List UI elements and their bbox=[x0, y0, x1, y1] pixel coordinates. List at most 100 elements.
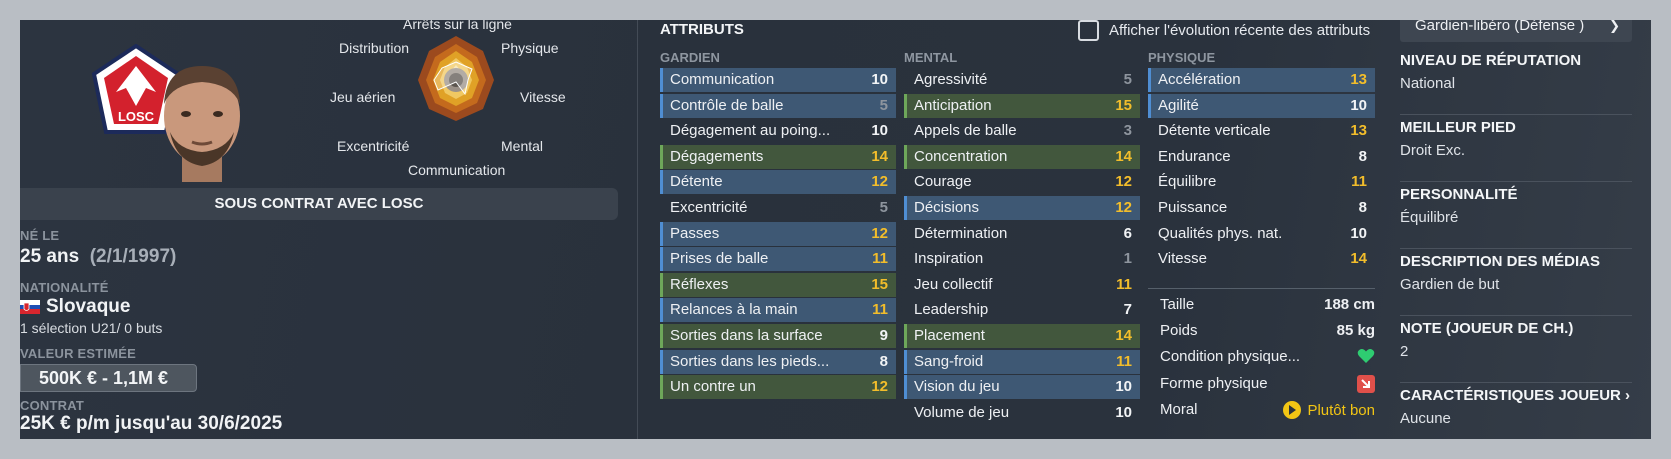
caps-info: 1 sélection U21/ 0 buts bbox=[20, 320, 163, 336]
morale-status: Plutôt bon bbox=[1283, 401, 1375, 419]
attribute-name: Décisions bbox=[914, 198, 980, 216]
attribute-row[interactable]: Agilité 10 bbox=[1148, 93, 1375, 118]
show-evolution-toggle[interactable]: Afficher l'évolution récente des attribu… bbox=[1078, 20, 1370, 41]
morale-value: Plutôt bon bbox=[1307, 401, 1375, 419]
weight-label: Poids bbox=[1160, 322, 1198, 339]
attribute-row[interactable]: Excentricité 5 bbox=[660, 196, 896, 220]
attribute-row[interactable]: Courage 12 bbox=[904, 170, 1140, 194]
attribute-row[interactable]: Dégagements 14 bbox=[660, 144, 896, 169]
attribute-name: Prises de balle bbox=[670, 250, 769, 268]
traits-link[interactable]: CARACTÉRISTIQUES JOUEUR › bbox=[1400, 387, 1632, 404]
attribute-row[interactable]: Détente 12 bbox=[660, 170, 896, 195]
player-overview: LOSC Arrêts sur la ligne Distribution Ph… bbox=[20, 20, 640, 439]
attribute-row[interactable]: Puissance 8 bbox=[1148, 196, 1375, 220]
attribute-value: 12 bbox=[1115, 173, 1132, 191]
section-divider bbox=[637, 20, 638, 439]
reputation-value: National bbox=[1400, 75, 1456, 92]
attribute-name: Placement bbox=[914, 326, 985, 344]
rating-block: NOTE (JOUEUR DE CH.) 2 bbox=[1400, 320, 1632, 383]
contract-label: CONTRAT bbox=[20, 398, 84, 413]
attribute-row[interactable]: Leadership 7 bbox=[904, 298, 1140, 322]
attribute-row[interactable]: Réflexes 15 bbox=[660, 272, 896, 297]
attribute-row[interactable]: Passes 12 bbox=[660, 221, 896, 246]
player-avatar[interactable] bbox=[146, 54, 258, 182]
weight-value: 85 kg bbox=[1336, 322, 1375, 339]
morale-row[interactable]: Moral Plutôt bon bbox=[1160, 401, 1375, 419]
radar-label-top-right: Physique bbox=[501, 40, 559, 56]
attribute-name: Courage bbox=[914, 173, 972, 191]
role-value: Gardien-libéro (Défense ) bbox=[1415, 20, 1585, 34]
nationality-label: NATIONALITÉ bbox=[20, 280, 109, 295]
attribute-row[interactable]: Dégagement au poing... 10 bbox=[660, 119, 896, 143]
attribute-value: 13 bbox=[1350, 71, 1367, 88]
attribute-value: 8 bbox=[1358, 147, 1367, 165]
attribute-row[interactable]: Équilibre 11 bbox=[1148, 170, 1375, 194]
role-dropdown[interactable]: Gardien-libéro (Défense ) ❯ bbox=[1400, 20, 1632, 42]
attribute-name: Contrôle de balle bbox=[670, 96, 784, 114]
form-down-arrow-icon bbox=[1357, 375, 1375, 393]
reputation-label: NIVEAU DE RÉPUTATION bbox=[1400, 52, 1582, 69]
player-profile-panel: LOSC Arrêts sur la ligne Distribution Ph… bbox=[20, 20, 1651, 439]
attribute-row[interactable]: Jeu collectif 11 bbox=[904, 273, 1140, 297]
attribute-row[interactable]: Accélération 13 bbox=[1148, 68, 1375, 92]
attribute-row[interactable]: Concentration 14 bbox=[904, 144, 1140, 169]
attribute-row[interactable]: Anticipation 15 bbox=[904, 93, 1140, 118]
attribute-row[interactable]: Vitesse 14 bbox=[1148, 247, 1375, 271]
chevron-down-icon: ❯ bbox=[1609, 20, 1620, 33]
attribute-value: 10 bbox=[871, 71, 888, 88]
personality-label: PERSONNALITÉ bbox=[1400, 186, 1518, 203]
attribute-name: Excentricité bbox=[670, 198, 748, 216]
attribute-name: Vision du jeu bbox=[914, 378, 1000, 396]
attribute-row[interactable]: Volume de jeu 10 bbox=[904, 401, 1140, 425]
attribute-row[interactable]: Contrôle de balle 5 bbox=[660, 93, 896, 118]
attribute-name: Dégagement au poing... bbox=[670, 122, 831, 140]
attribute-row[interactable]: Détermination 6 bbox=[904, 222, 1140, 246]
height-row: Taille 188 cm bbox=[1160, 296, 1375, 313]
attribute-value: 11 bbox=[872, 301, 888, 319]
attribute-name: Agressivité bbox=[914, 71, 988, 88]
age-value: 25 ans (2/1/1997) bbox=[20, 246, 176, 268]
attribute-name: Communication bbox=[670, 71, 775, 88]
attribute-value: 14 bbox=[1115, 147, 1132, 165]
attribute-row[interactable]: Sorties dans la surface 9 bbox=[660, 323, 896, 348]
attribute-name: Dégagements bbox=[670, 147, 764, 165]
attribute-name: Réflexes bbox=[670, 275, 729, 293]
attribute-name: Relances à la main bbox=[670, 301, 798, 319]
attribute-row[interactable]: Un contre un 12 bbox=[660, 375, 896, 400]
traits-block[interactable]: CARACTÉRISTIQUES JOUEUR › Aucune bbox=[1400, 387, 1632, 439]
attribute-row[interactable]: Endurance 8 bbox=[1148, 145, 1375, 169]
attribute-row[interactable]: Sang-froid 11 bbox=[904, 349, 1140, 374]
attribute-row[interactable]: Vision du jeu 10 bbox=[904, 375, 1140, 400]
evolution-checkbox[interactable] bbox=[1078, 20, 1099, 41]
estimated-value-pill[interactable]: 500K € - 1,1M € bbox=[20, 364, 197, 392]
attribute-value: 10 bbox=[1115, 403, 1132, 421]
attribute-name: Vitesse bbox=[1158, 250, 1207, 268]
form-row[interactable]: Forme physique bbox=[1160, 375, 1375, 393]
mental-attributes: Agressivité 5 Anticipation 15 Appels de ba… bbox=[904, 68, 1140, 426]
attribute-name: Anticipation bbox=[914, 96, 992, 114]
attribute-row[interactable]: Communication 10 bbox=[660, 68, 896, 92]
heart-icon bbox=[1357, 349, 1375, 363]
attribute-row[interactable]: Détente verticale 13 bbox=[1148, 119, 1375, 143]
attribute-row[interactable]: Relances à la main 11 bbox=[660, 298, 896, 323]
attribute-row[interactable]: Prises de balle 11 bbox=[660, 247, 896, 272]
attribute-value: 14 bbox=[1350, 250, 1367, 268]
attribute-row[interactable]: Appels de balle 3 bbox=[904, 119, 1140, 143]
condition-row[interactable]: Condition physique... bbox=[1160, 348, 1375, 365]
attribute-value: 12 bbox=[871, 224, 888, 242]
morale-arrow-icon bbox=[1283, 401, 1302, 419]
radar-label-bottom-right: Mental bbox=[501, 138, 544, 154]
attribute-value: 14 bbox=[1115, 326, 1132, 344]
attribute-row[interactable]: Sorties dans les pieds... 8 bbox=[660, 349, 896, 374]
attribute-row[interactable]: Placement 14 bbox=[904, 323, 1140, 348]
birth-date: (2/1/1997) bbox=[89, 246, 177, 267]
nationality-value[interactable]: Slovaque bbox=[20, 296, 130, 318]
player-info-sidebar: NIVEAU DE RÉPUTATION National MEILLEUR P… bbox=[1400, 48, 1632, 439]
attribute-name: Un contre un bbox=[670, 378, 756, 396]
attribute-row[interactable]: Agressivité 5 bbox=[904, 68, 1140, 92]
attribute-row[interactable]: Décisions 12 bbox=[904, 195, 1140, 220]
attribute-row[interactable]: Qualités phys. nat. 10 bbox=[1148, 222, 1375, 246]
foot-block: MEILLEUR PIED Droit Exc. bbox=[1400, 119, 1632, 182]
attribute-name: Inspiration bbox=[914, 250, 984, 268]
attribute-row[interactable]: Inspiration 1 bbox=[904, 247, 1140, 271]
